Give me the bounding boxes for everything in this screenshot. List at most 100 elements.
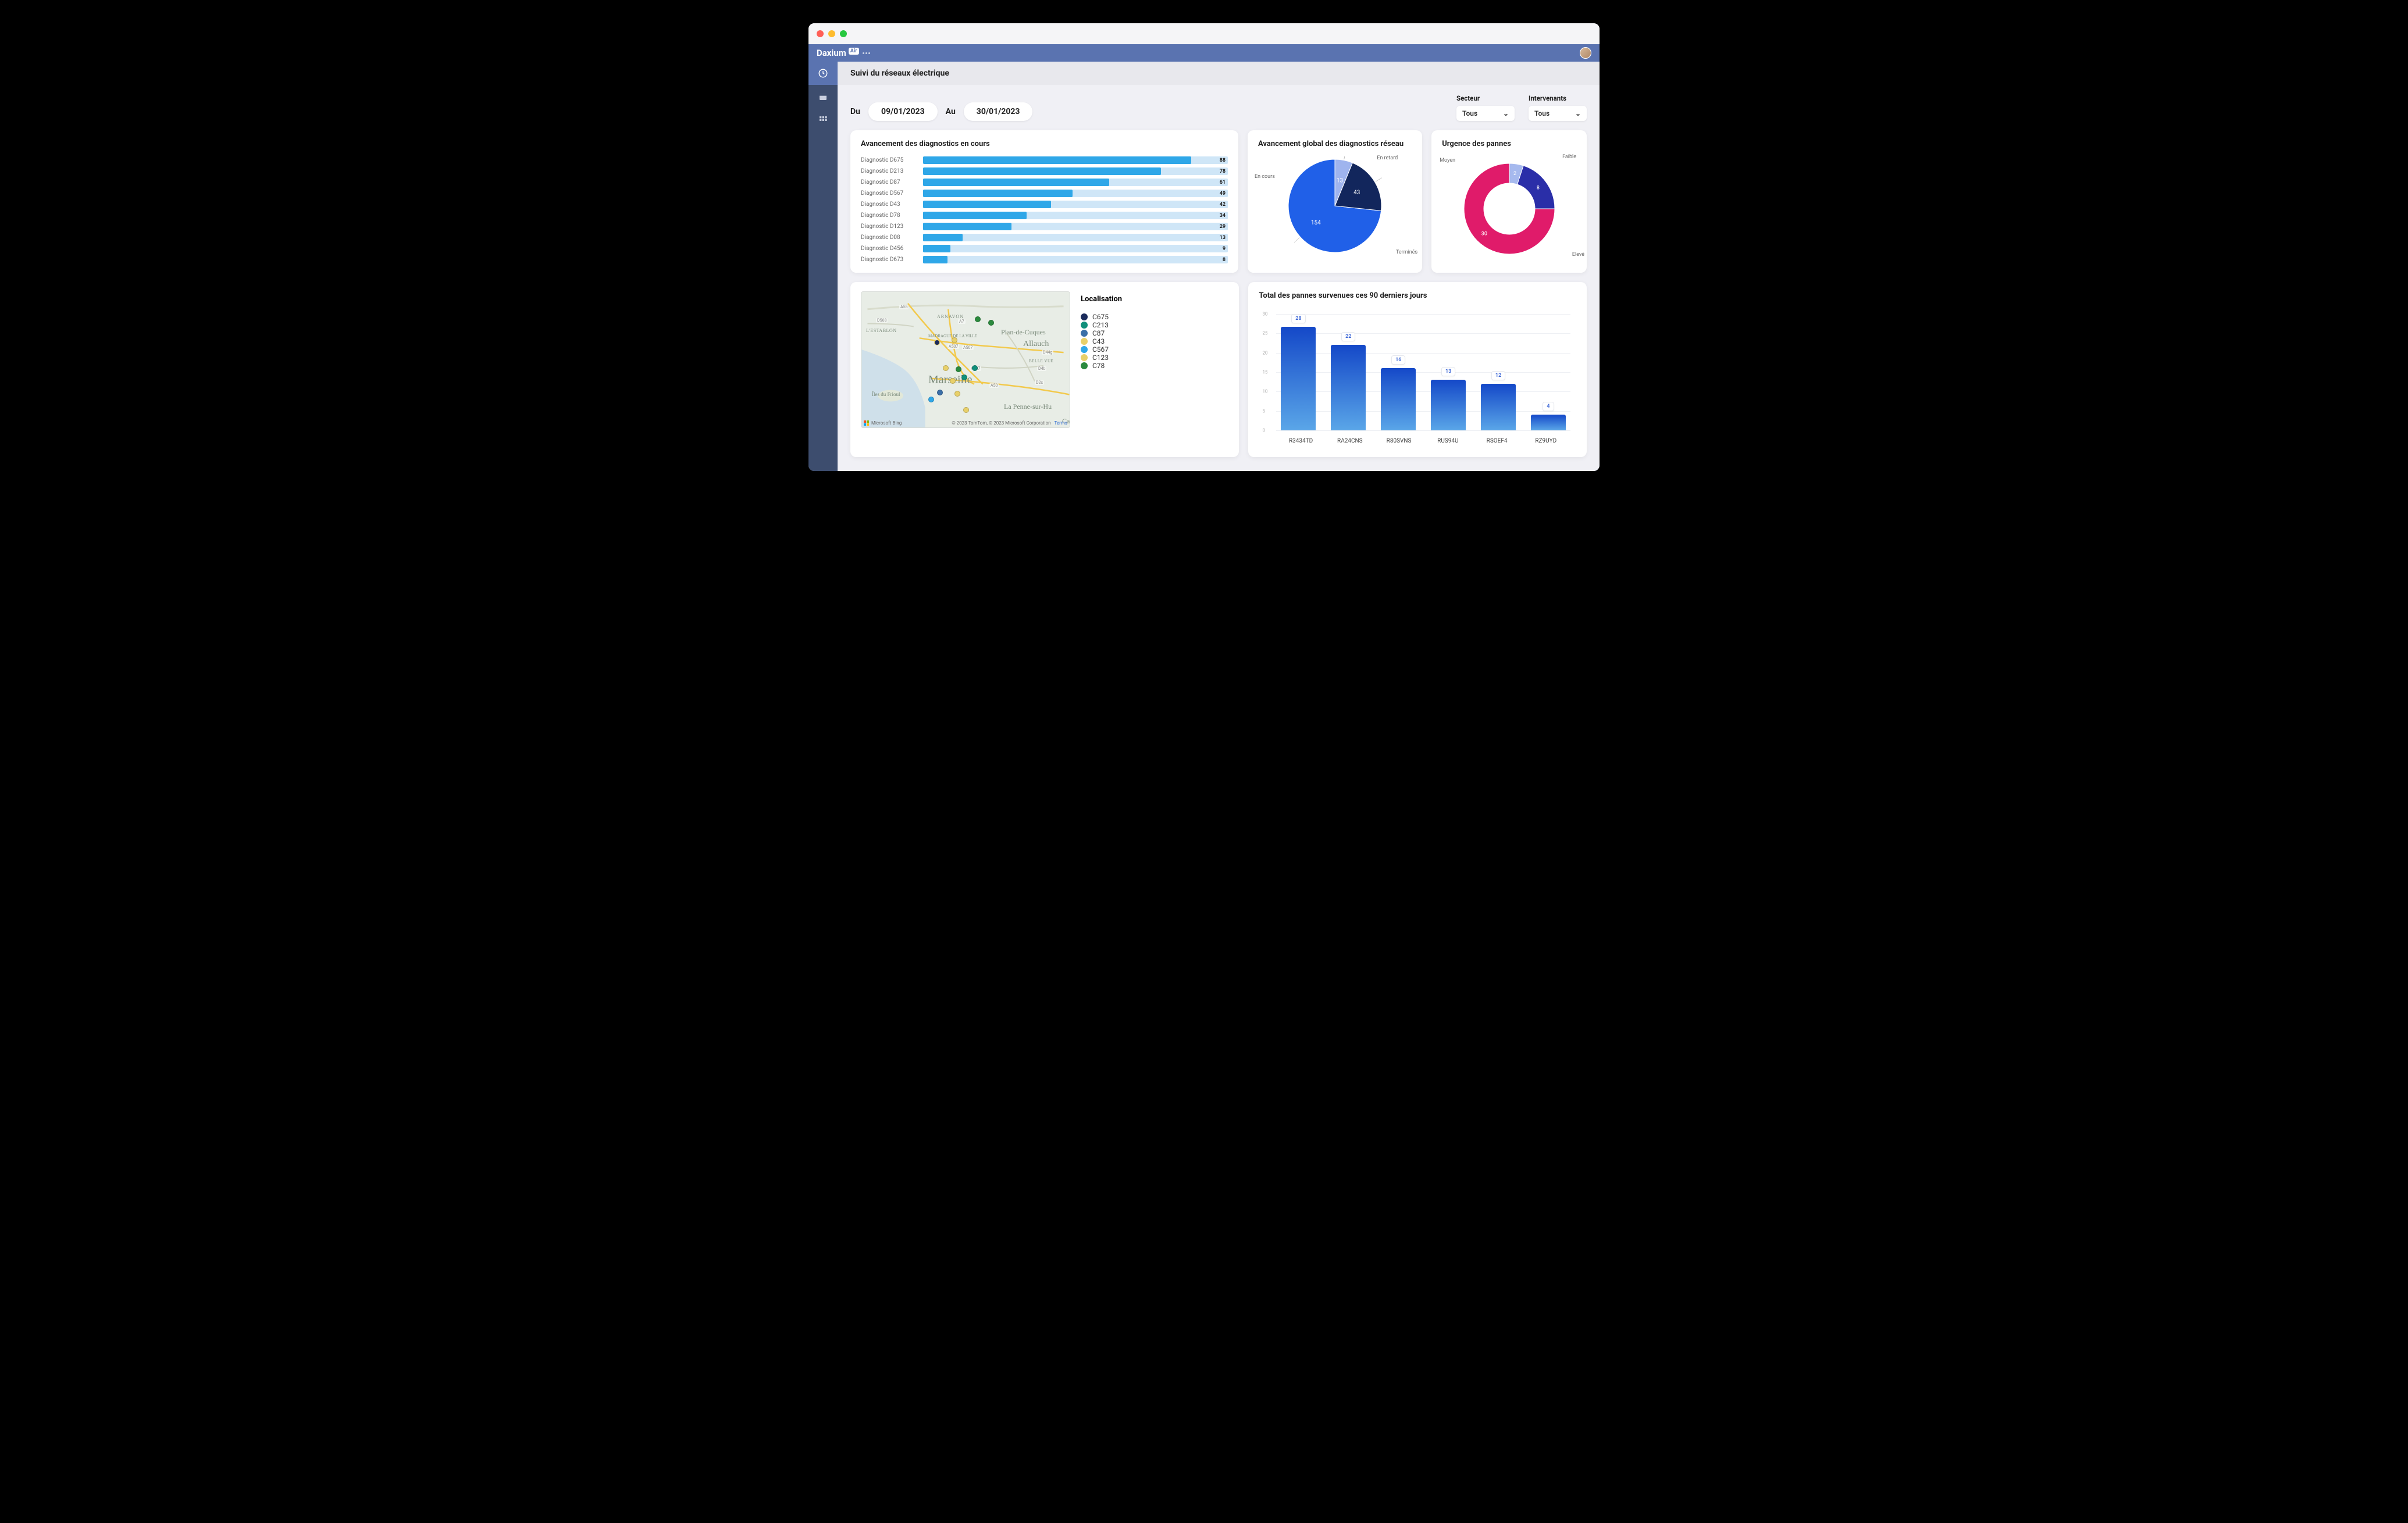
bar-column[interactable]: 12 — [1481, 314, 1516, 430]
progress-bar-track: 78 — [923, 167, 1228, 175]
donut-slice[interactable] — [1517, 166, 1554, 209]
progress-bar-fill — [923, 167, 1161, 175]
barchart: 302520151050 28221613124 R3434TDRA24CNSR… — [1259, 308, 1576, 448]
bar-rect — [1531, 415, 1566, 430]
progress-bar-fill — [923, 256, 947, 263]
progress-bar-track: 34 — [923, 212, 1228, 219]
progress-bar-row: Diagnostic D675 88 — [861, 156, 1228, 164]
window-close-dot[interactable] — [817, 30, 824, 37]
barchart-title: Total des pannes survenues ces 90 dernie… — [1259, 291, 1576, 300]
bar-rect — [1381, 368, 1416, 430]
map-pin[interactable] — [952, 337, 957, 343]
calendar-icon — [818, 92, 828, 101]
bar-column[interactable]: 22 — [1331, 314, 1366, 430]
map-legend-item[interactable]: C213 — [1081, 321, 1122, 329]
pie-slice-label: Terminés — [1396, 249, 1417, 255]
progress-bar-value: 78 — [1220, 169, 1226, 174]
progress-bar-value: 61 — [1220, 180, 1226, 186]
bar-rect — [1481, 384, 1516, 430]
progress-bar-track: 49 — [923, 190, 1228, 197]
pie-card-title: Avancement global des diagnostics réseau — [1258, 140, 1412, 148]
progress-bar-value: 9 — [1223, 246, 1226, 252]
map-legend-item[interactable]: C567 — [1081, 345, 1122, 354]
map-pin[interactable] — [988, 320, 994, 326]
clock-icon — [818, 68, 828, 79]
map-legend-item[interactable]: C123 — [1081, 354, 1122, 362]
window-zoom-dot[interactable] — [840, 30, 847, 37]
sector-select[interactable]: Tous ⌄ — [1456, 106, 1515, 121]
progress-bar-value: 42 — [1220, 202, 1226, 208]
bar-column[interactable]: 13 — [1431, 314, 1466, 430]
bar-value-badge: 12 — [1491, 371, 1505, 380]
map-pin[interactable] — [943, 365, 949, 371]
progress-bar-fill — [923, 156, 1191, 164]
progress-bar-row: Diagnostic D43 42 — [861, 201, 1228, 208]
map-pin[interactable] — [954, 391, 960, 397]
map-pin[interactable] — [950, 378, 956, 384]
donut-slice-label: Elevé — [1572, 252, 1584, 258]
legend-dot-icon — [1081, 330, 1088, 337]
pie-slice-value: 43 — [1353, 190, 1360, 196]
map-district-label: L'ESTABLON — [866, 328, 896, 333]
sector-value: Tous — [1462, 109, 1477, 117]
progress-bar-value: 13 — [1220, 235, 1226, 241]
intervenants-select[interactable]: Tous ⌄ — [1529, 106, 1587, 121]
sidebar-item-calendar[interactable] — [808, 85, 838, 108]
map-legend-item[interactable]: C87 — [1081, 329, 1122, 337]
date-to-input[interactable]: 30/01/2023 — [964, 102, 1033, 121]
progress-bar-fill — [923, 179, 1109, 186]
map-pin[interactable] — [956, 366, 961, 372]
filter-row: Du 09/01/2023 Au 30/01/2023 Secteur Tous… — [850, 94, 1587, 121]
sidebar-item-dashboard[interactable] — [808, 62, 838, 85]
grid-icon — [818, 115, 828, 124]
map-pin[interactable] — [963, 407, 969, 413]
legend-dot-icon — [1081, 354, 1088, 361]
donut-svg: 3082 — [1457, 156, 1562, 261]
brand-dots-icon — [863, 52, 870, 54]
user-avatar[interactable] — [1580, 47, 1591, 59]
map-viewport[interactable]: Marseille ARNAVON Plan-de-Cuques Allauch… — [861, 291, 1070, 428]
sidebar-item-apps[interactable] — [808, 108, 838, 131]
bar-value-badge: 28 — [1291, 314, 1305, 323]
pie-slice-label: En cours — [1255, 174, 1275, 180]
y-tick-label: 25 — [1262, 331, 1267, 336]
map-district-label: Plan-de-Cuques — [1001, 328, 1046, 337]
map-legend-item[interactable]: C43 — [1081, 337, 1122, 345]
x-tick-label: R80SVNS — [1381, 438, 1416, 444]
window-minimize-dot[interactable] — [828, 30, 835, 37]
pie-card: Avancement global des diagnostics réseau… — [1248, 130, 1422, 273]
progress-bar-fill — [923, 234, 963, 241]
progress-bar-fill — [923, 190, 1073, 197]
map-pin[interactable] — [937, 390, 943, 395]
progress-bar-row: Diagnostic D08 13 — [861, 234, 1228, 241]
legend-label: C78 — [1092, 362, 1105, 370]
map-pin[interactable] — [961, 374, 967, 380]
pie-chart: 1544313TerminésEn coursEn retard — [1258, 156, 1412, 255]
bar-column[interactable]: 4 — [1531, 314, 1566, 430]
map-pin[interactable] — [972, 365, 978, 371]
bar-column[interactable]: 28 — [1281, 314, 1316, 430]
donut-slice-label: Faible — [1562, 154, 1576, 160]
brand-logo: Daxium Air — [817, 48, 870, 58]
x-tick-label: RA24CNS — [1333, 438, 1367, 444]
progress-bar-list: Diagnostic D675 88 Diagnostic D213 78 Di… — [861, 156, 1228, 263]
map-terms-link[interactable]: Terms — [1055, 420, 1067, 426]
map-legend-item[interactable]: C78 — [1081, 362, 1122, 370]
date-from-input[interactable]: 09/01/2023 — [868, 102, 938, 121]
y-tick-label: 20 — [1262, 350, 1267, 355]
progress-bar-value: 49 — [1220, 191, 1226, 197]
brand-suffix: Air — [849, 48, 859, 55]
map-district-label: Îles du Frioul — [872, 392, 900, 398]
bar-rect — [1431, 380, 1466, 430]
bar-column[interactable]: 16 — [1381, 314, 1416, 430]
map-pin[interactable] — [934, 340, 940, 345]
progress-bar-label: Diagnostic D08 — [861, 234, 916, 241]
map-legend-item[interactable]: C675 — [1081, 313, 1122, 321]
intervenants-value: Tous — [1534, 109, 1549, 117]
microsoft-icon — [864, 420, 869, 426]
map-attribution-left: Microsoft Bing — [864, 420, 902, 426]
map-pin[interactable] — [975, 316, 981, 322]
legend-label: C87 — [1092, 329, 1105, 337]
progress-bar-label: Diagnostic D78 — [861, 212, 916, 219]
map-pin[interactable] — [928, 397, 934, 402]
